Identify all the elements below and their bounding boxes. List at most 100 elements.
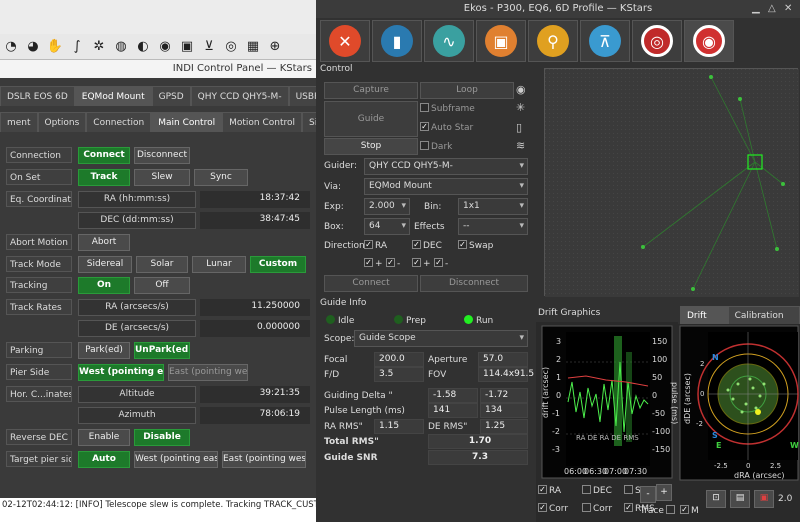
center-plot-button[interactable]: ⊡ [706, 490, 726, 508]
device-tab[interactable]: USBFocus [288, 86, 316, 106]
dec-graph-checkbox[interactable]: DEC [582, 485, 612, 496]
group-tab[interactable]: Motion Control [222, 112, 303, 132]
device-tab[interactable]: GPSD [151, 86, 191, 106]
pier-east-button[interactable]: West (pointing east) [78, 364, 164, 381]
guide-module-tab[interactable]: ◉ [684, 20, 734, 62]
zoom-icon[interactable]: ◔ [2, 38, 20, 56]
clear-plot-button[interactable]: ▣ [754, 490, 774, 508]
connect-guider-button[interactable]: Connect [324, 275, 418, 292]
dec-minus-checkbox[interactable]: ✓ - [434, 258, 448, 269]
custom-button[interactable]: Custom [250, 256, 306, 273]
corr2-checkbox[interactable]: Corr [582, 503, 612, 514]
target-pier-west-button[interactable]: East (pointing west) [222, 451, 306, 468]
group-tab[interactable]: Connection [86, 112, 152, 132]
ra-direction-checkbox[interactable]: ✓ RA [364, 240, 387, 251]
stop-button[interactable]: Stop [324, 138, 418, 155]
minimize-icon[interactable]: ▁ [752, 3, 760, 14]
disconnect-button[interactable]: Disconnect [134, 147, 190, 164]
focus-module-tab[interactable]: ⚲ [528, 20, 578, 62]
pier-west-button[interactable]: East (pointing west) [168, 364, 248, 381]
auto-star-checkbox[interactable]: ✓ Auto Star [420, 122, 473, 133]
effects-select[interactable]: -- [458, 218, 528, 235]
curve-icon[interactable]: ∫ [68, 38, 86, 56]
drift-right-tick: 150 [652, 337, 667, 346]
scheduler-module-tab[interactable]: ▮ [372, 20, 422, 62]
drift-plot-tab[interactable]: Drift Plot [680, 306, 728, 339]
bin-select[interactable]: 1x1 [458, 198, 528, 215]
dec-direction-checkbox[interactable]: ✓ DEC [412, 240, 442, 251]
capture-button[interactable]: Capture [324, 82, 418, 99]
tracking-on-button[interactable]: On [78, 277, 130, 294]
lunar-button[interactable]: Lunar [192, 256, 246, 273]
tracking-off-button[interactable]: Off [134, 277, 190, 294]
group-tab[interactable]: Options [37, 112, 87, 132]
target-pier-east-button[interactable]: West (pointing east) [134, 451, 218, 468]
ra-plus-checkbox[interactable]: ✓ + [364, 258, 383, 269]
eye-icon[interactable]: ◎ [222, 38, 240, 56]
scope-select[interactable]: Guide Scope [354, 330, 528, 347]
m-checkbox[interactable]: ✓ M [680, 505, 699, 516]
ra-graph-checkbox[interactable]: ✓ RA [538, 485, 561, 496]
group-tab[interactable]: Site M [302, 112, 316, 132]
dark-checkbox[interactable]: Dark [420, 141, 452, 152]
group-tab[interactable]: Main Control [151, 112, 223, 132]
save-icon: ▤ [735, 493, 745, 503]
zoom-in-button[interactable]: + [656, 484, 672, 501]
zoom-out-icon[interactable]: ◕ [24, 38, 42, 56]
ra-minus-checkbox[interactable]: ✓ - [386, 258, 400, 269]
disconnect-guider-button[interactable]: Disconnect [420, 275, 528, 292]
star-cluster-icon[interactable]: ✲ [90, 38, 108, 56]
reverse-dec-enable-button[interactable]: Enable [78, 429, 130, 446]
track-button[interactable]: Track [78, 169, 130, 186]
device-tab[interactable]: DSLR EOS 6D [0, 86, 75, 106]
mount-module-tab[interactable]: ⊼ [580, 20, 630, 62]
device-tab[interactable]: EQMod Mount [74, 86, 152, 106]
capture-icon: ▣ [485, 25, 517, 57]
planet-icon[interactable]: ◉ [156, 38, 174, 56]
device-tab[interactable]: QHY CCD QHY5-M- [190, 86, 289, 106]
setup-module-tab[interactable]: ✕ [320, 20, 370, 62]
dec-plus-checkbox[interactable]: ✓ + [412, 258, 431, 269]
hand-icon[interactable]: ✋ [46, 38, 64, 56]
target-pier-auto-button[interactable]: Auto [78, 451, 130, 468]
analyze-module-tab[interactable]: ∿ [424, 20, 474, 62]
sync-button[interactable]: Sync [194, 169, 248, 186]
via-select[interactable]: EQMod Mount [364, 178, 528, 195]
crosshair-icon[interactable]: ⊕ [266, 38, 284, 56]
slew-button[interactable]: Slew [134, 169, 190, 186]
zoom-out-button[interactable]: - [640, 486, 656, 503]
swap-checkbox[interactable]: ✓ Swap [458, 240, 493, 251]
save-plot-button[interactable]: ▤ [730, 490, 750, 508]
guide-frame-view[interactable] [544, 68, 799, 297]
close-icon[interactable]: ✕ [784, 3, 792, 14]
loop-button[interactable]: Loop [420, 82, 514, 99]
camera-icon[interactable]: ▣ [178, 38, 196, 56]
grid-icon[interactable]: ▦ [244, 38, 262, 56]
sparkle-icon[interactable]: ✳ [516, 101, 525, 114]
trace-checkbox[interactable]: Trace [640, 505, 677, 516]
moon-icon[interactable]: ◐ [134, 38, 152, 56]
capture-module-tab[interactable]: ▣ [476, 20, 526, 62]
sidereal-button[interactable]: Sidereal [78, 256, 132, 273]
align-module-tab[interactable]: ◎ [632, 20, 682, 62]
corr-checkbox[interactable]: ✓ Corr [538, 503, 568, 514]
box-select[interactable]: 64 [364, 218, 410, 235]
exposure-spinbox[interactable]: 2.000 [364, 198, 410, 215]
abort-button[interactable]: Abort [78, 234, 130, 251]
globe-icon[interactable]: ◍ [112, 38, 130, 56]
maximize-icon[interactable]: △ [768, 3, 776, 14]
solar-button[interactable]: Solar [136, 256, 188, 273]
calibration-plot-tab[interactable]: Calibration Plot [727, 306, 800, 339]
park-button[interactable]: Park(ed) [78, 342, 130, 359]
group-tab[interactable]: ment [0, 112, 38, 132]
eye-icon[interactable]: ◉ [516, 83, 526, 96]
guider-select[interactable]: QHY CCD QHY5-M- [364, 158, 528, 175]
graph-icon[interactable]: ≋ [516, 139, 525, 152]
telescope-icon[interactable]: ⊻ [200, 38, 218, 56]
unpark-button[interactable]: UnPark(ed) [134, 342, 190, 359]
trash-icon[interactable]: ▯ [516, 121, 522, 134]
reverse-dec-disable-button[interactable]: Disable [134, 429, 190, 446]
guide-button[interactable]: Guide [324, 101, 418, 137]
subframe-checkbox[interactable]: Subframe [420, 103, 475, 114]
connect-button[interactable]: Connect [78, 147, 130, 164]
